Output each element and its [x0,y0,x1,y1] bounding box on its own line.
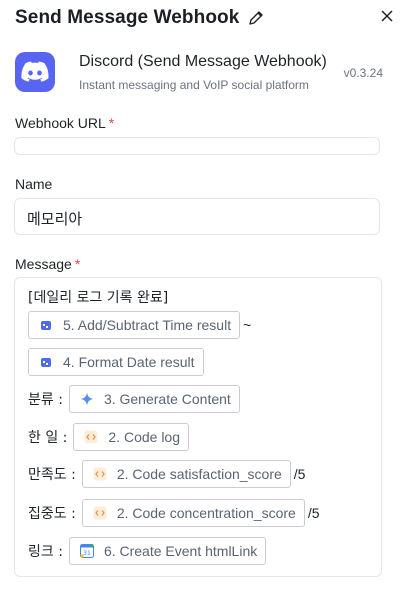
calendar-tool-icon [39,318,53,332]
message-line: 5. Add/Subtract Time result ~ [28,311,251,339]
app-description: Instant messaging and VoIP social platfo… [79,78,309,92]
required-mark: * [108,115,115,131]
close-icon[interactable] [378,7,396,25]
message-line: 링크 : 31 6. Create Event htmlLink [28,537,267,565]
message-line: 한 일 : 2. Code log [28,423,189,451]
message-editor[interactable]: [데일리 로그 기록 완료] 5. Add/Subtract Time resu… [14,277,382,577]
variable-chip[interactable]: 2. Code log [73,423,189,451]
app-version: v0.3.24 [343,66,383,80]
name-label: Name [15,176,53,192]
panel-title: Send Message Webhook [15,7,240,28]
message-line: 집중도 : 2. Code concentration_score /5 [28,499,320,527]
name-input[interactable]: 메모리아 [14,198,380,235]
variable-chip[interactable]: 2. Code concentration_score [81,499,305,527]
variable-chip[interactable]: 3. Generate Content [68,385,240,413]
webhook-url-input[interactable] [14,137,380,155]
message-first-line: [데일리 로그 기록 완료] [28,290,169,306]
google-calendar-icon: 31 [79,544,94,558]
line-prefix: 한 일 : [28,430,68,446]
variable-chip[interactable]: 31 6. Create Event htmlLink [68,537,267,565]
variable-chip[interactable]: 2. Code satisfaction_score [81,460,291,488]
message-line: 분류 : 3. Generate Content [28,385,240,413]
code-icon [84,430,98,444]
app-info: Discord (Send Message Webhook) Instant m… [15,51,395,95]
sparkle-icon [80,392,94,406]
line-prefix: 분류 : [28,392,63,408]
variable-chip[interactable]: 4. Format Date result [28,348,204,376]
message-line: 만족도 : 2. Code satisfaction_score /5 [28,460,305,488]
line-prefix: 만족도 : [28,467,76,483]
code-icon [93,467,107,481]
calendar-tool-icon [39,355,53,369]
chip-suffix: /5 [307,505,320,521]
svg-text:31: 31 [83,550,91,557]
message-line: 4. Format Date result [28,348,204,376]
discord-logo-icon [15,52,55,92]
variable-chip[interactable]: 5. Add/Subtract Time result [28,311,241,339]
app-name: Discord (Send Message Webhook) [79,53,327,70]
pencil-icon[interactable] [248,10,264,26]
panel-header: Send Message Webhook [15,7,398,29]
webhook-url-label: Webhook URL * [15,115,115,131]
chip-suffix: /5 [293,466,306,482]
chip-suffix: ~ [243,317,252,333]
message-label: Message * [15,256,81,272]
required-mark: * [74,256,81,272]
line-prefix: 집중도 : [28,506,76,522]
line-prefix: 링크 : [28,544,63,560]
code-icon [93,506,107,520]
